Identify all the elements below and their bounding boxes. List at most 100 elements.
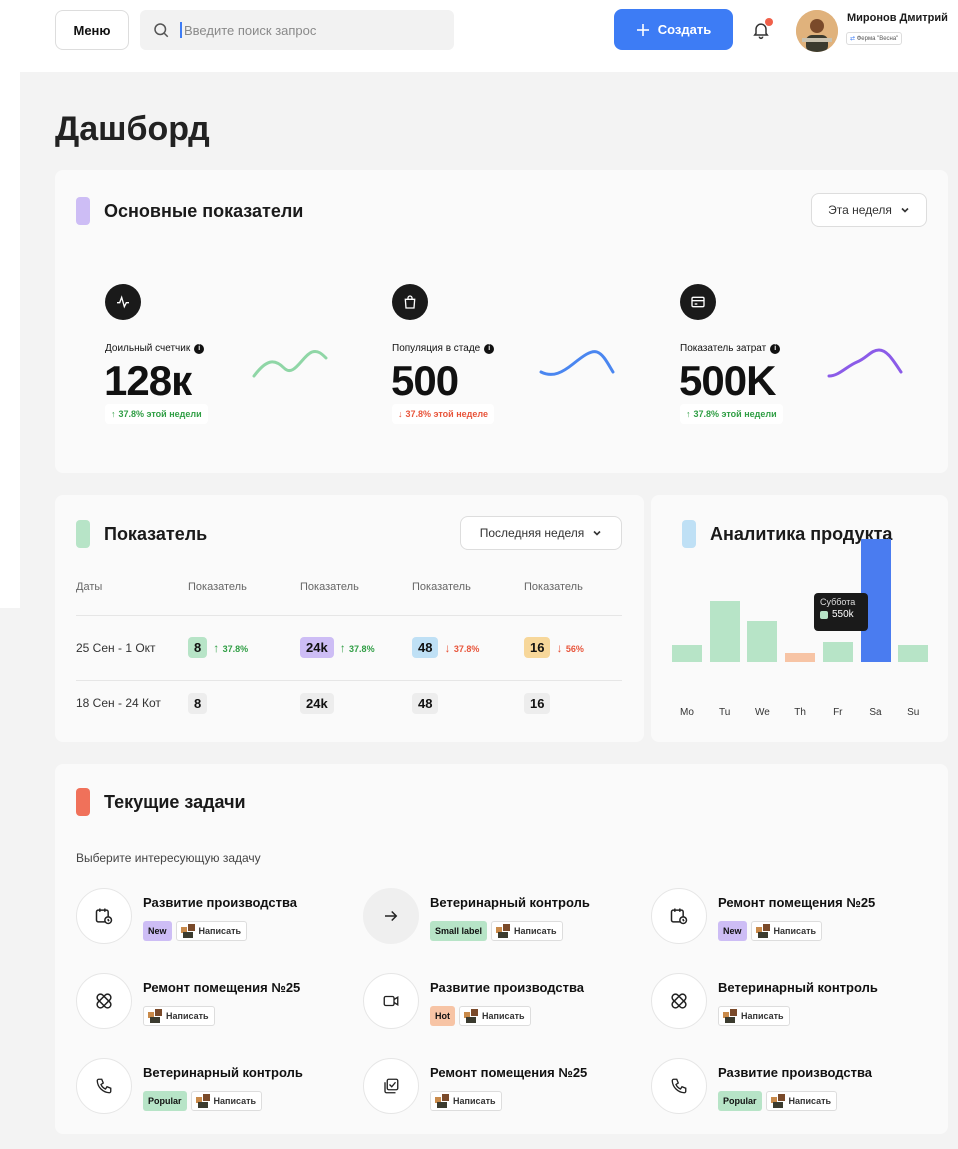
chart-bar[interactable] xyxy=(785,653,816,662)
value-chip: 24k xyxy=(300,637,334,658)
kpi-delta: ↓ 37.8% этой неделе xyxy=(392,404,494,424)
write-button[interactable]: Написать xyxy=(718,1006,790,1026)
task-item[interactable]: Развитие производства Hot Написать xyxy=(363,973,643,1033)
chart-bar[interactable] xyxy=(898,645,929,662)
sparkline xyxy=(827,348,903,378)
task-item[interactable]: Развитие производства Popular Написать xyxy=(651,1058,931,1118)
task-tags: New Написать xyxy=(718,921,823,941)
activity-icon xyxy=(105,284,141,320)
farm-switcher[interactable]: ⇄ Ферма "Весна" xyxy=(846,32,903,45)
chart-bar[interactable] xyxy=(747,621,778,662)
search-bar[interactable] xyxy=(140,10,454,50)
tooltip-swatch xyxy=(820,610,828,619)
tooltip-value: 550k xyxy=(832,609,854,620)
task-tags: Hot Написать xyxy=(430,1006,531,1026)
calendar-clock-icon[interactable] xyxy=(651,888,707,944)
kpi-delta: ↑ 37.8% этой недели xyxy=(680,404,783,424)
credit-card-icon xyxy=(680,284,716,320)
write-button[interactable]: Написать xyxy=(190,1091,263,1111)
search-icon xyxy=(154,23,169,38)
kpi-card-milk[interactable]: Доильный счетчик i 128к ↑ 37.8% этой недел… xyxy=(76,257,353,453)
write-label: Написать xyxy=(166,1011,209,1021)
info-icon[interactable]: i xyxy=(770,343,781,354)
task-tag: New xyxy=(143,921,172,941)
calendar-clock-icon[interactable] xyxy=(76,888,132,944)
write-button[interactable]: Написать xyxy=(175,921,248,941)
delta-label: ↓ 56% xyxy=(556,641,583,655)
write-label: Написать xyxy=(741,1011,784,1021)
arrow-down-icon: ↓ xyxy=(556,641,566,655)
period-dropdown[interactable]: Эта неделя xyxy=(811,193,927,227)
x-tick-label: Tu xyxy=(719,707,731,718)
table-row[interactable]: 25 Сен - 1 Окт 8 ↑ 37.8% 24k ↑ 37.8% 48 ↓ 37.8… xyxy=(76,614,622,680)
arrow-right-icon[interactable] xyxy=(363,888,419,944)
value-chip: 48 xyxy=(412,692,439,714)
value-chip: 16 xyxy=(524,637,551,658)
write-label: Написать xyxy=(482,1011,525,1021)
task-item[interactable]: Развитие производства New Написать xyxy=(76,888,356,948)
switch-icon: ⇄ xyxy=(850,36,856,42)
sparkline xyxy=(252,350,328,378)
chart-bar[interactable] xyxy=(672,645,702,662)
write-button[interactable]: Написать xyxy=(491,921,563,941)
bandage-icon[interactable] xyxy=(651,973,707,1029)
table-row[interactable]: 18 Сен - 24 Кот 8 24k 48 16 xyxy=(76,679,622,726)
create-button-label: Создать xyxy=(657,22,712,37)
task-item[interactable]: Ветеринарный контроль Написать xyxy=(651,973,931,1033)
chart-tooltip: Суббота 550k xyxy=(814,593,868,631)
phone-icon[interactable] xyxy=(651,1058,707,1114)
create-button[interactable]: Создать xyxy=(614,9,733,50)
task-title: Развитие производства xyxy=(718,1065,873,1080)
delta-label: ↓ 37.8% xyxy=(444,641,480,655)
task-title: Ветеринарный контроль xyxy=(143,1065,303,1080)
task-item[interactable]: Ветеринарный контроль Small label Написать xyxy=(363,888,643,948)
kpi-label: Показатель затрат i xyxy=(680,343,781,354)
assignee-avatar xyxy=(147,1009,163,1023)
delta-value: 37.8% xyxy=(453,644,480,654)
x-tick-label: Mo xyxy=(680,707,694,718)
task-title: Ветеринарный контроль xyxy=(718,980,878,995)
tasks-subtitle: Выберите интересующую задачу xyxy=(76,851,261,865)
task-item[interactable]: Ремонт помещения №25 Написать xyxy=(76,973,356,1033)
write-label: Написать xyxy=(514,926,557,936)
arrow-up-icon: ↑ xyxy=(686,409,691,419)
kpi-value: 500K xyxy=(679,357,776,404)
period-dropdown-label: Последняя неделя xyxy=(479,526,585,540)
chevron-down-icon xyxy=(593,530,601,536)
kpi-card-costs[interactable]: Показатель затрат i 500K ↑ 37.8% этой неде… xyxy=(651,257,928,453)
task-title: Ремонт помещения №25 xyxy=(718,895,876,910)
info-icon[interactable]: i xyxy=(194,343,205,354)
notifications-button[interactable] xyxy=(751,18,775,42)
task-item[interactable]: Ремонт помещения №25 New Написать xyxy=(651,888,931,948)
period-dropdown[interactable]: Последняя неделя xyxy=(460,516,622,550)
video-icon[interactable] xyxy=(363,973,419,1029)
write-button[interactable]: Написать xyxy=(459,1006,531,1026)
checklist-icon[interactable] xyxy=(363,1058,419,1114)
kpi-card-herd[interactable]: Популяция в стаде i 500 ↓ 37.8% этой недел… xyxy=(363,257,640,453)
write-button[interactable]: Написать xyxy=(143,1006,215,1026)
assignee-avatar xyxy=(180,924,196,938)
assignee-avatar xyxy=(463,1009,479,1023)
sparkline xyxy=(539,350,615,376)
task-tag: Popular xyxy=(718,1091,762,1111)
table-header: Даты Показатель Показатель Показатель Показа… xyxy=(76,573,622,615)
task-item[interactable]: Ремонт помещения №25 Написать xyxy=(363,1058,643,1118)
write-button[interactable]: Написать xyxy=(765,1091,838,1111)
arrow-down-icon: ↓ xyxy=(444,641,454,655)
phone-icon[interactable] xyxy=(76,1058,132,1114)
search-input[interactable] xyxy=(184,22,434,38)
bandage-icon[interactable] xyxy=(76,973,132,1029)
section-accent xyxy=(76,788,90,816)
task-tags: Написать xyxy=(718,1006,790,1026)
assignee-avatar xyxy=(755,924,771,938)
task-item[interactable]: Ветеринарный контроль Popular Написать xyxy=(76,1058,356,1118)
x-tick-label: Th xyxy=(794,707,806,718)
info-icon[interactable]: i xyxy=(484,343,495,354)
chart-bar[interactable] xyxy=(709,601,740,662)
write-button[interactable]: Написать xyxy=(750,921,823,941)
avatar[interactable] xyxy=(796,10,838,52)
menu-button[interactable]: Меню xyxy=(55,10,129,50)
chart-bar[interactable] xyxy=(822,642,853,662)
notification-dot xyxy=(765,18,773,26)
write-button[interactable]: Написать xyxy=(430,1091,502,1111)
